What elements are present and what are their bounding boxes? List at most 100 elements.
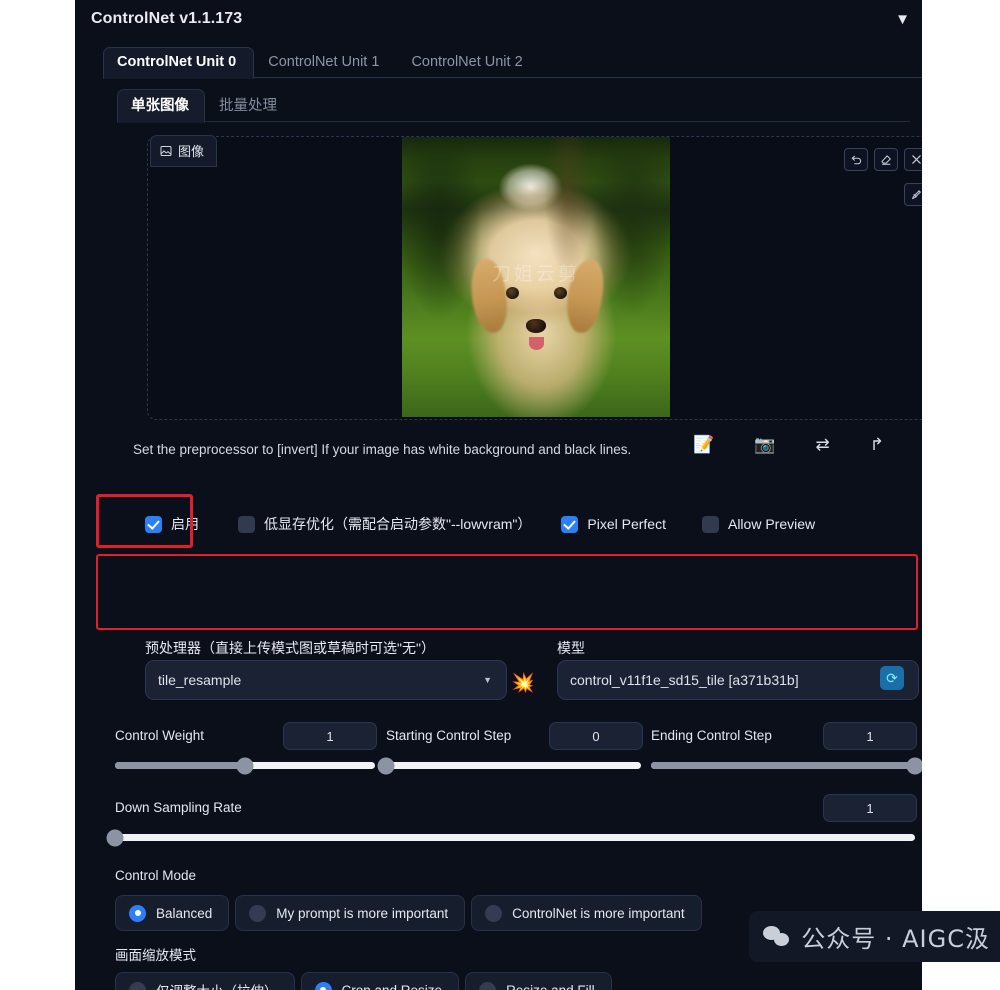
slider-starting-control-step-track[interactable] (377, 757, 641, 774)
slider-ending-control-step-fill (651, 762, 915, 769)
slider-down-sampling-rate-track[interactable] (106, 829, 915, 846)
wechat-icon (763, 925, 791, 948)
photo-watermark: 刀姐云剪 (491, 263, 580, 285)
checkbox-allow-preview-label: Allow Preview (727, 516, 816, 532)
swap-icon[interactable]: ⇄ (816, 436, 830, 453)
slider-control-weight-label: Control Weight (115, 728, 205, 743)
radio-crop-and-resize-label: Crop and Resize (341, 982, 443, 990)
radio-just-resize-label: 仅调整大小（拉伸） (156, 980, 278, 990)
tab-controlnet-unit-1[interactable]: ControlNet Unit 1 (254, 47, 397, 78)
slider-down-sampling-rate-thumb[interactable] (106, 829, 124, 846)
chevron-down-icon: ▼ (483, 675, 492, 685)
resize-mode-label: 画面缩放模式 (115, 948, 196, 963)
preprocessor-select[interactable]: tile_resample ▼ (145, 660, 507, 700)
slider-ending-control-step-label: Ending Control Step (651, 728, 772, 743)
model-select[interactable]: control_v11f1e_sd15_tile [a371b31b] ▼ (557, 660, 919, 700)
radio-crop-and-resize-dot[interactable] (314, 981, 332, 990)
preprocessor-label: 预处理器（直接上传模式图或草稿时可选"无"） (145, 640, 435, 656)
checkbox-lowvram-label: 低显存优化（需配合启动参数"--lowvram"） (264, 516, 532, 532)
slider-control-weight-fill (115, 762, 245, 769)
dog-nose (526, 319, 546, 333)
slider-starting-control-step-label: Starting Control Step (386, 728, 512, 743)
preprocessor-value: tile_resample (158, 672, 242, 688)
unit-tabs: ControlNet Unit 0 ControlNet Unit 1 Cont… (103, 44, 922, 79)
controlnet-panel-inner: ControlNet v1.1.173 ▼ ControlNet Unit 0 … (75, 0, 922, 990)
dog-tongue (529, 337, 544, 350)
radio-my-prompt-more-important-label: My prompt is more important (276, 905, 449, 921)
refresh-models-button[interactable]: ⟳ (880, 666, 904, 690)
dog-eye-left (506, 287, 519, 299)
image-tab-text: 图像 (178, 144, 205, 159)
radio-resize-and-fill-label: Resize and Fill (506, 982, 595, 990)
radio-balanced[interactable]: Balanced (115, 895, 230, 931)
slider-ending-control-step-track[interactable] (651, 757, 922, 774)
radio-balanced-dot[interactable] (129, 904, 146, 922)
radio-my-prompt-more-important-dot[interactable] (249, 904, 267, 922)
image-preview: 刀姐云剪 (402, 137, 670, 417)
chevron-down-icon[interactable]: ▼ (895, 12, 910, 27)
slider-ending-control-step-thumb[interactable] (906, 757, 922, 774)
checkbox-enable-label: 启用 (171, 516, 199, 532)
radio-controlnet-more-important-dot[interactable] (485, 904, 503, 922)
radio-resize-and-fill-dot[interactable] (479, 981, 497, 990)
camera-icon[interactable]: 📷 (754, 436, 775, 453)
model-value: control_v11f1e_sd15_tile [a371b31b] (570, 672, 799, 688)
slider-starting-control-step-thumb[interactable] (377, 757, 395, 774)
slider-control-weight-value[interactable]: 1 (283, 722, 377, 750)
checkbox-enable-box[interactable] (145, 515, 162, 533)
pen-icon[interactable] (904, 183, 922, 206)
tab-single-image[interactable]: 单张图像 (117, 89, 205, 123)
radio-controlnet-more-important[interactable]: ControlNet is more important (471, 895, 702, 931)
preprocessor-model-row: 预处理器（直接上传模式图或草稿时可选"无"） tile_resample ▼ 💥… (133, 638, 919, 706)
explosion-icon: 💥 (511, 673, 535, 694)
slider-down-sampling-rate-value[interactable]: 1 (823, 794, 917, 822)
watermark-text: 公众号 · AIGC汲 (801, 925, 990, 953)
radio-just-resize-dot[interactable] (129, 981, 146, 990)
close-icon[interactable] (904, 148, 922, 171)
control-mode-label: Control Mode (115, 868, 197, 883)
checkbox-enable[interactable]: 启用 (145, 514, 199, 534)
preprocessor-hint-text: Set the preprocessor to [invert] If your… (133, 442, 632, 457)
edit-memo-icon[interactable]: 📝 (693, 436, 714, 453)
slider-down-sampling-rate-label: Down Sampling Rate (115, 800, 242, 815)
resize-mode-group: 仅调整大小（拉伸） Crop and Resize Resize and Fil… (115, 972, 612, 990)
slider-control-weight-track[interactable] (115, 757, 375, 774)
image-tab-label: 图像 (150, 135, 218, 167)
control-mode-group: Balanced My prompt is more important Con… (115, 895, 702, 931)
mode-tabs: 单张图像 批量处理 (117, 89, 910, 123)
radio-balanced-label: Balanced (156, 905, 213, 921)
slider-starting-control-step-value[interactable]: 0 (549, 722, 643, 750)
radio-crop-and-resize[interactable]: Crop and Resize (300, 972, 460, 990)
checkbox-allow-preview-box[interactable] (701, 515, 719, 533)
radio-just-resize[interactable]: 仅调整大小（拉伸） (115, 972, 295, 990)
eraser-icon[interactable] (874, 148, 898, 171)
checkbox-lowvram-box[interactable] (238, 515, 255, 533)
checkbox-allow-preview[interactable]: Allow Preview (701, 515, 816, 533)
image-toolbar-secondary (904, 183, 922, 206)
slider-ending-control-step-value[interactable]: 1 (823, 722, 917, 750)
slider-control-weight-thumb[interactable] (236, 757, 254, 774)
radio-resize-and-fill[interactable]: Resize and Fill (465, 972, 612, 990)
checkbox-lowvram[interactable]: 低显存优化（需配合启动参数"--lowvram"） (238, 514, 531, 534)
page-title: ControlNet v1.1.173 (91, 10, 243, 27)
image-icon (160, 145, 172, 157)
image-dropzone[interactable]: 图像 刀姐云剪 (147, 135, 922, 420)
send-arrow-icon[interactable]: ↱ (870, 436, 884, 453)
checkbox-pixel-perfect[interactable]: Pixel Perfect (561, 515, 666, 533)
undo-icon[interactable] (844, 148, 868, 171)
hint-icon-group: 📝 📷 ⇄ ↱ (693, 436, 884, 453)
radio-controlnet-more-important-label: ControlNet is more important (512, 905, 685, 921)
model-label: 模型 (557, 640, 585, 656)
preprocessor-hint-row: Set the preprocessor to [invert] If your… (133, 436, 904, 470)
radio-my-prompt-more-important[interactable]: My prompt is more important (235, 895, 466, 931)
tab-controlnet-unit-2[interactable]: ControlNet Unit 2 (397, 47, 540, 78)
checkbox-pixel-perfect-label: Pixel Perfect (587, 516, 666, 532)
tab-controlnet-unit-0[interactable]: ControlNet Unit 0 (103, 47, 255, 79)
dog-eye-right (554, 287, 567, 299)
image-toolbar (844, 148, 922, 171)
unit-body: 单张图像 批量处理 图像 刀姐云剪 Set the preprocessor t… (103, 78, 922, 990)
watermark: 公众号 · AIGC汲 (749, 911, 1000, 962)
tab-batch-process[interactable]: 批量处理 (205, 89, 293, 122)
options-checkbox-row: 启用 低显存优化（需配合启动参数"--lowvram"） Pixel Perfe… (133, 504, 904, 544)
checkbox-pixel-perfect-box[interactable] (561, 515, 579, 533)
